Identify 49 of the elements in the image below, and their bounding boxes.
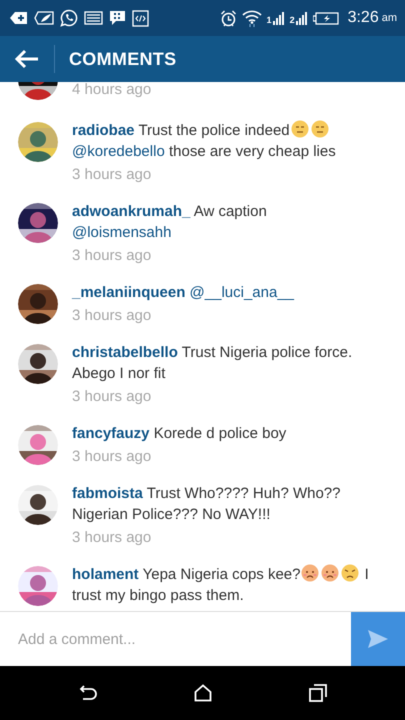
alarm-clock-icon: [220, 10, 237, 26]
sim-label: 1: [266, 16, 272, 24]
code-icon: [132, 10, 149, 26]
username-link[interactable]: _melaniinqueen: [72, 284, 186, 301]
signal-icon: [296, 12, 308, 24]
username-link[interactable]: fabmoista: [72, 485, 143, 502]
chat-phone-icon: [60, 9, 78, 27]
leaf-icon: [34, 11, 54, 25]
back-arrow-icon: [14, 49, 40, 69]
worried-face-icon: [321, 564, 340, 582]
battery-charging-icon: [312, 12, 339, 24]
worried-face-icon: [301, 564, 320, 582]
timestamp: 3 hours ago: [72, 306, 152, 326]
clock-time: 3:26: [348, 9, 379, 27]
screen-title: COMMENTS: [69, 48, 176, 70]
username-link[interactable]: holament: [72, 566, 139, 583]
tag-plus-icon: [10, 11, 28, 25]
timestamp: 3 hours ago: [72, 447, 152, 467]
mention-link[interactable]: @__luci_ana__: [190, 284, 294, 301]
comment-text: adwoankrumah_ Aw caption @loismensahh: [72, 202, 268, 243]
timestamp: 3 hours ago: [72, 246, 152, 266]
username-link[interactable]: fancyfauzy: [72, 425, 150, 442]
comment-text: fancyfauzy Korede d police boy: [72, 424, 286, 444]
message-icon: [109, 10, 126, 26]
image-icon: [84, 11, 103, 25]
clock-period: am: [382, 12, 397, 24]
send-icon: [367, 629, 389, 649]
signal-icon: [272, 12, 285, 24]
timestamp: 3 hours ago: [72, 387, 152, 407]
mention-link[interactable]: @loismensahh: [72, 224, 172, 241]
comment-text: christabelbello Trust Nigeria police force. Abego I nor fit: [72, 343, 354, 384]
username-link[interactable]: radiobae: [72, 122, 135, 139]
stacked-squares-icon: [308, 684, 327, 702]
return-arrow-icon: [78, 685, 98, 701]
comment-text: radiobae Trust the police indeed @koredebello those are very cheap lies: [72, 120, 337, 162]
timestamp: 4 hours ago: [72, 82, 152, 100]
expressionless-face-icon: [290, 120, 309, 138]
timestamp: 3 hours ago: [72, 165, 152, 185]
username-link[interactable]: christabelbello: [72, 344, 178, 361]
angry-face-icon: [341, 564, 360, 582]
username-link[interactable]: adwoankrumah_: [72, 203, 190, 220]
comment-text: fabmoista Trust Who???? Huh? Who?? Nigerian Police??? No WAY!!!: [72, 484, 342, 525]
comment-text: holament Yepa Nigeria cops kee? I trust my bingo pass them.: [72, 564, 369, 606]
timestamp: 3 hours ago: [72, 528, 152, 548]
mention-link[interactable]: @koredebello: [72, 143, 165, 160]
expressionless-face-icon: [310, 120, 329, 138]
wifi-icon: [242, 9, 262, 27]
sim-label: 2: [290, 16, 295, 24]
home-icon: [194, 684, 212, 702]
